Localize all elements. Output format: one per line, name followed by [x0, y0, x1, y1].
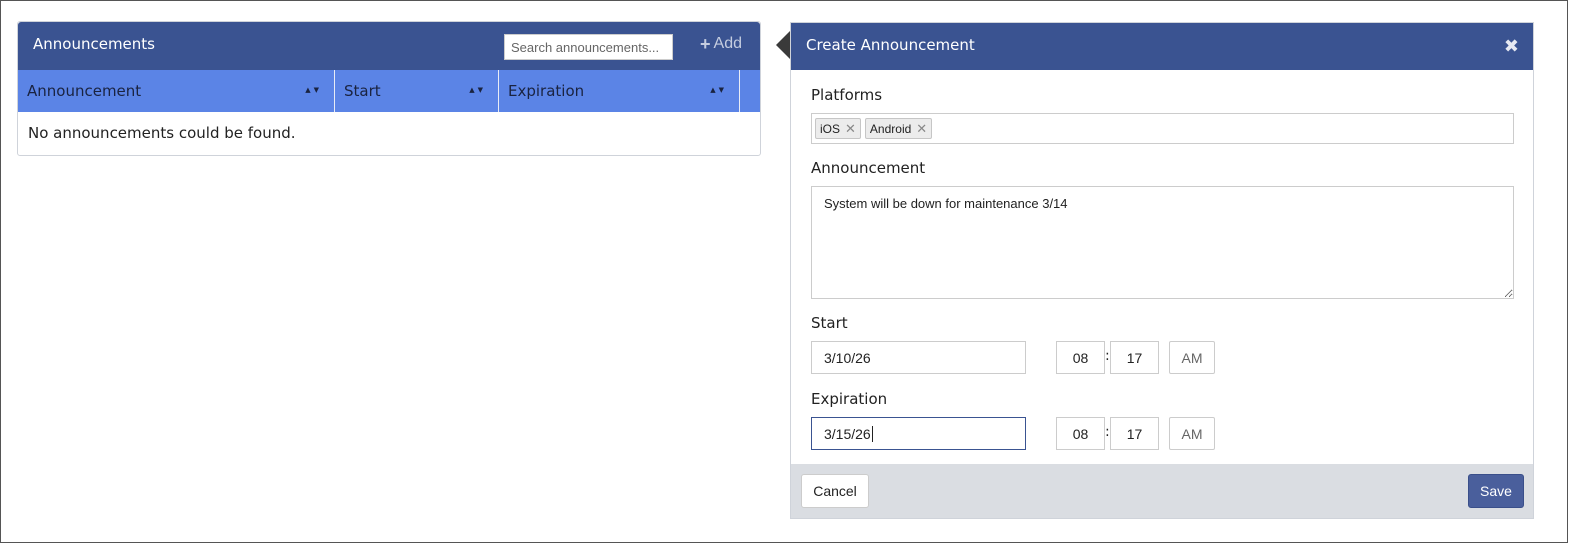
column-header-announcement[interactable]: Announcement ▲▼: [18, 70, 335, 112]
form-footer: Cancel Save: [791, 464, 1533, 518]
sort-arrows-icon[interactable]: ▲▼: [710, 86, 727, 94]
sort-arrows-icon[interactable]: ▲▼: [305, 86, 322, 94]
platforms-input[interactable]: iOS ✕ Android ✕: [811, 113, 1514, 144]
expiration-label: Expiration: [811, 390, 888, 408]
create-announcement-panel: Create Announcement ✖ Platforms iOS ✕ An…: [790, 22, 1534, 519]
expiration-minute-input[interactable]: 17: [1110, 417, 1159, 450]
app-frame: Announcements + Add Announcement ▲▼ Star…: [0, 0, 1568, 543]
close-icon[interactable]: ✖: [1504, 36, 1519, 57]
column-header-expiration[interactable]: Expiration ▲▼: [499, 70, 740, 112]
start-date-input[interactable]: 3/10/26: [811, 341, 1026, 374]
platforms-label: Platforms: [811, 86, 883, 104]
popover-caret: [776, 30, 791, 60]
start-hour-input[interactable]: 08: [1056, 341, 1105, 374]
column-label: Expiration: [508, 82, 585, 100]
announcements-title: Announcements: [33, 35, 155, 53]
start-minute-input[interactable]: 17: [1110, 341, 1159, 374]
expiration-date-value: 3/15/26: [824, 425, 871, 442]
expiration-minute-value: 17: [1126, 425, 1143, 442]
announcement-textarea[interactable]: [811, 186, 1514, 299]
column-label: Start: [344, 82, 381, 100]
remove-tag-icon[interactable]: ✕: [845, 121, 856, 137]
announcements-header: Announcements + Add: [18, 22, 760, 70]
start-label: Start: [811, 314, 848, 332]
plus-icon: +: [700, 34, 711, 54]
remove-tag-icon[interactable]: ✕: [916, 121, 927, 137]
expiration-ampm-toggle[interactable]: AM: [1169, 417, 1215, 450]
announcement-label: Announcement: [811, 159, 926, 177]
start-date-value: 3/10/26: [824, 349, 871, 366]
time-separator: :: [1105, 424, 1110, 440]
platform-tag-label: Android: [869, 121, 912, 136]
column-label: Announcement: [27, 82, 142, 100]
text-cursor: [871, 425, 873, 442]
add-label: Add: [713, 35, 742, 52]
cancel-button[interactable]: Cancel: [801, 474, 869, 508]
sort-arrows-icon[interactable]: ▲▼: [469, 86, 486, 94]
platform-tag: Android ✕: [864, 118, 933, 139]
expiration-date-input[interactable]: 3/15/26: [811, 417, 1026, 450]
empty-message: No announcements could be found.: [28, 124, 296, 142]
platform-tag-label: iOS: [820, 121, 841, 136]
add-announcement-button[interactable]: + Add: [700, 35, 742, 53]
start-hour-value: 08: [1072, 349, 1089, 366]
announcements-panel: Announcements + Add Announcement ▲▼ Star…: [17, 21, 761, 156]
form-header: Create Announcement ✖: [791, 23, 1533, 70]
column-header-start[interactable]: Start ▲▼: [335, 70, 499, 112]
expiration-hour-input[interactable]: 08: [1056, 417, 1105, 450]
save-button[interactable]: Save: [1468, 474, 1524, 508]
column-header-spacer: [740, 70, 760, 112]
table-header: Announcement ▲▼ Start ▲▼ Expiration ▲▼: [18, 70, 760, 112]
start-ampm-toggle[interactable]: AM: [1169, 341, 1215, 374]
form-title: Create Announcement: [806, 36, 975, 54]
search-input[interactable]: [504, 34, 673, 60]
expiration-ampm-label: AM: [1181, 425, 1203, 442]
start-ampm-label: AM: [1181, 349, 1203, 366]
start-minute-value: 17: [1126, 349, 1143, 366]
platform-tag: iOS ✕: [815, 118, 861, 139]
expiration-hour-value: 08: [1072, 425, 1089, 442]
time-separator: :: [1105, 348, 1110, 364]
